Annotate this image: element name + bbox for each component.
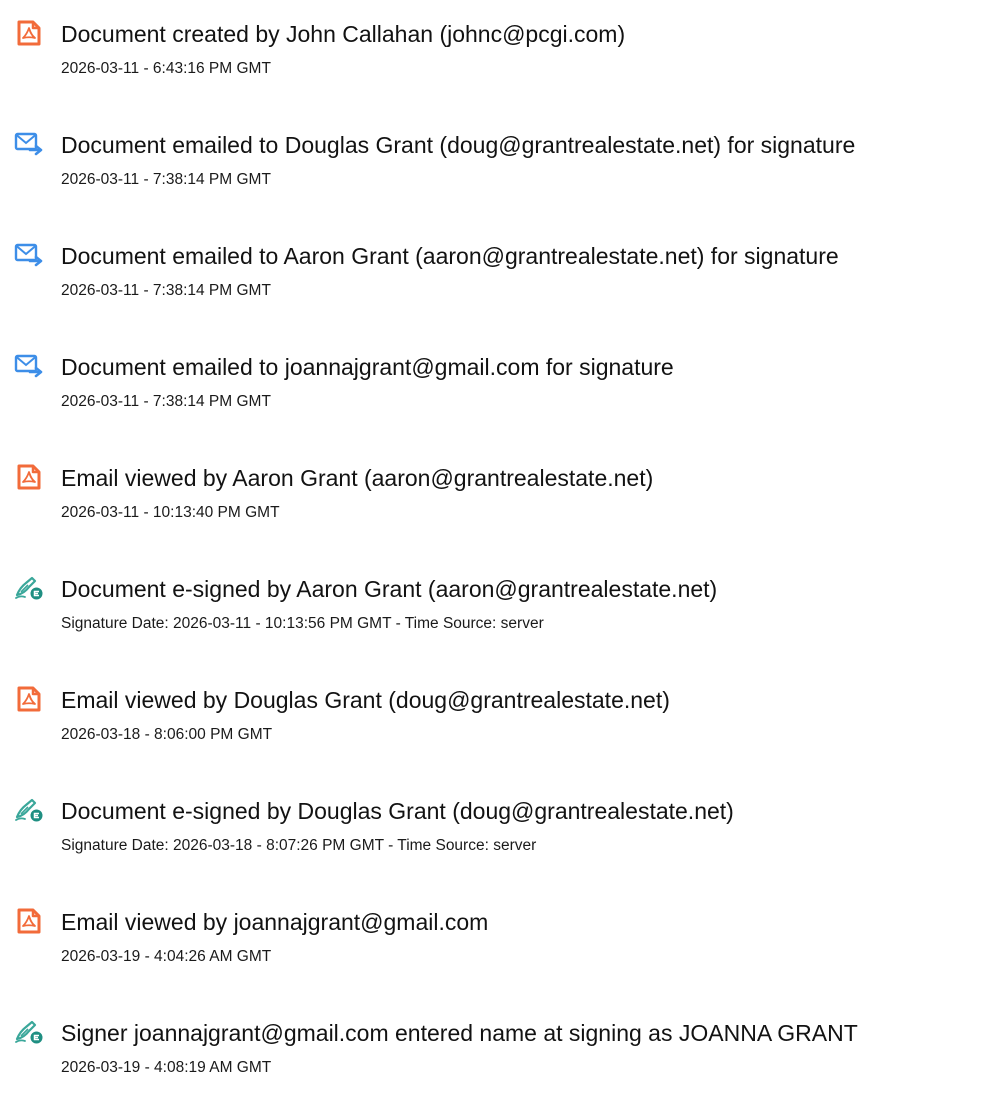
event-timestamp: 2026-03-11 - 7:38:14 PM GMT <box>61 282 271 299</box>
e-sign-pen-icon <box>14 1019 44 1045</box>
audit-event: Document created by John Callahan (johnc… <box>0 10 984 90</box>
pdf-document-icon <box>14 464 44 490</box>
event-timestamp: 2026-03-11 - 6:43:16 PM GMT <box>61 60 271 77</box>
audit-event: Email viewed by Aaron Grant (aaron@grant… <box>0 454 984 534</box>
e-sign-pen-icon <box>14 797 44 823</box>
event-title: Document emailed to Douglas Grant (doug@… <box>61 132 856 158</box>
event-timestamp: 2026-03-11 - 10:13:40 PM GMT <box>61 504 280 521</box>
event-title: Email viewed by joannajgrant@gmail.com <box>61 909 489 935</box>
audit-event: Document e-signed by Aaron Grant (aaron@… <box>0 565 984 645</box>
event-title: Document emailed to Aaron Grant (aaron@g… <box>61 243 839 269</box>
pdf-document-icon <box>14 686 44 712</box>
email-sent-icon <box>14 242 44 268</box>
email-sent-icon <box>14 131 44 157</box>
event-title: Document e-signed by Douglas Grant (doug… <box>61 798 734 824</box>
e-sign-pen-icon <box>14 575 44 601</box>
pdf-document-icon <box>14 20 44 46</box>
audit-event: Document emailed to joannajgrant@gmail.c… <box>0 343 984 423</box>
signature-date: Signature Date: 2026-03-11 - 10:13:56 PM… <box>61 615 544 632</box>
email-sent-icon <box>14 353 44 379</box>
audit-event: Email viewed by Douglas Grant (doug@gran… <box>0 676 984 756</box>
event-title: Document created by John Callahan (johnc… <box>61 21 626 47</box>
audit-event: Document e-signed by Douglas Grant (doug… <box>0 787 984 867</box>
event-title: Signer joannajgrant@gmail.com entered na… <box>61 1020 858 1046</box>
event-title: Email viewed by Douglas Grant (doug@gran… <box>61 687 670 713</box>
pdf-document-icon <box>14 908 44 934</box>
event-timestamp: 2026-03-18 - 8:06:00 PM GMT <box>61 726 273 743</box>
event-title: Document emailed to joannajgrant@gmail.c… <box>61 354 674 380</box>
audit-event: Document emailed to Douglas Grant (doug@… <box>0 121 984 201</box>
audit-event: Document emailed to Aaron Grant (aaron@g… <box>0 232 984 312</box>
audit-event: Email viewed by joannajgrant@gmail.com 2… <box>0 898 984 978</box>
event-title: Document e-signed by Aaron Grant (aaron@… <box>61 576 718 602</box>
event-title: Email viewed by Aaron Grant (aaron@grant… <box>61 465 654 491</box>
audit-event: Signer joannajgrant@gmail.com entered na… <box>0 1009 984 1089</box>
event-timestamp: 2026-03-19 - 4:04:26 AM GMT <box>61 948 272 965</box>
event-timestamp: 2026-03-11 - 7:38:14 PM GMT <box>61 393 271 410</box>
signature-date: Signature Date: 2026-03-18 - 8:07:26 PM … <box>61 837 537 854</box>
event-timestamp: 2026-03-11 - 7:38:14 PM GMT <box>61 171 271 188</box>
event-timestamp: 2026-03-19 - 4:08:19 AM GMT <box>61 1059 272 1076</box>
